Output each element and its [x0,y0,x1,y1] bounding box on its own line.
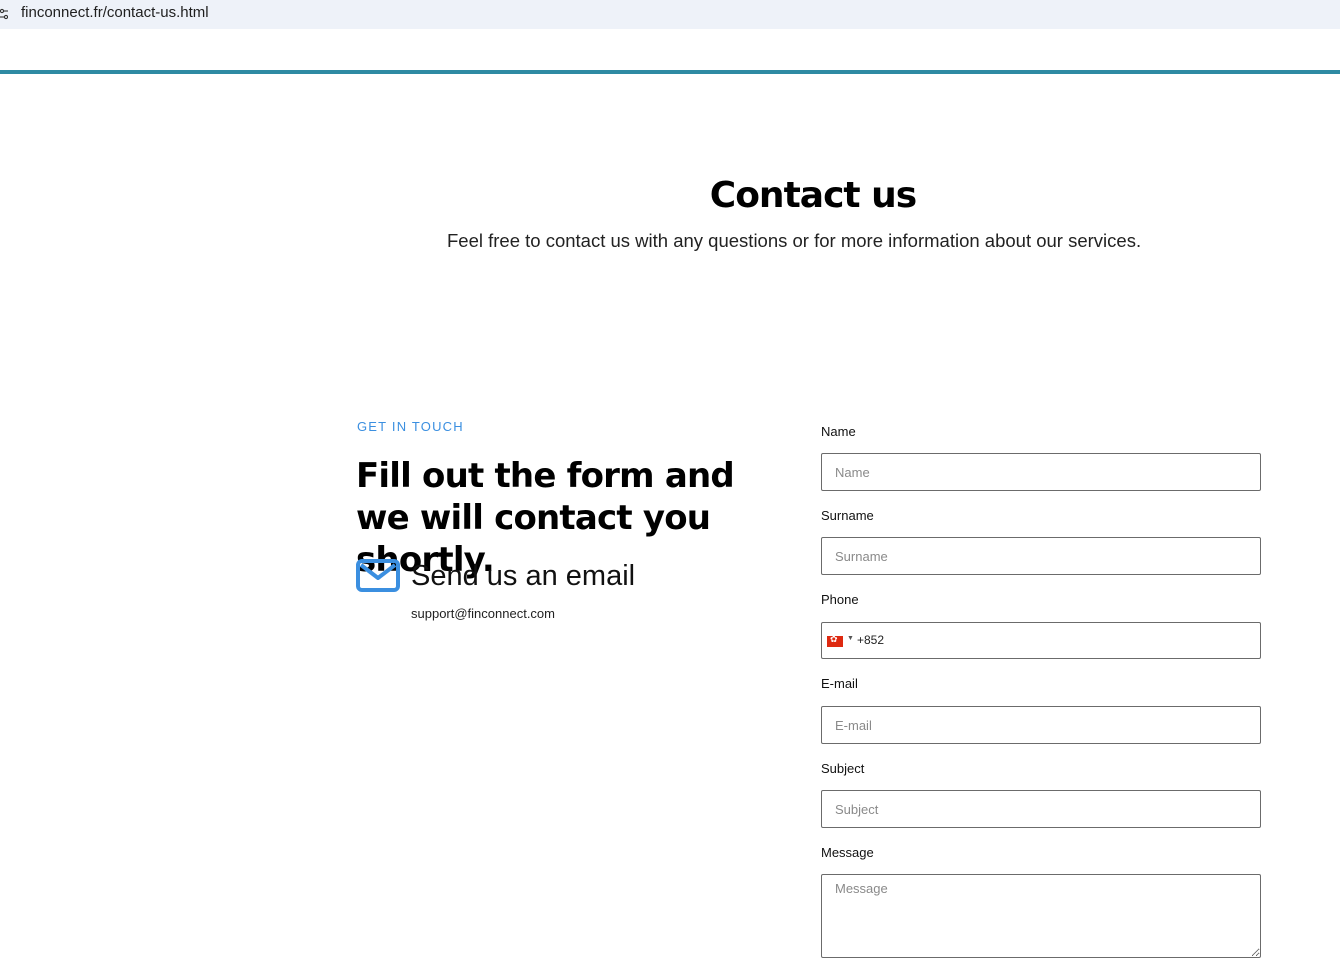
email-label: E-mail [821,676,858,691]
message-label: Message [821,845,874,860]
browser-address-bar[interactable]: finconnect.fr/contact-us.html [0,0,1340,29]
email-input[interactable] [821,706,1261,744]
surname-input[interactable] [821,537,1261,575]
hong-kong-flag-icon[interactable]: ✿ [827,634,843,647]
name-label: Name [821,424,856,439]
send-email-heading: Send us an email [411,560,636,592]
chevron-down-icon[interactable]: ▼ [847,635,854,642]
url-text[interactable]: finconnect.fr/contact-us.html [21,4,209,21]
message-textarea[interactable] [821,874,1261,958]
get-in-touch-label: GET IN TOUCH [357,419,464,434]
page-subtitle: Feel free to contact us with any questio… [447,230,1142,251]
phone-country-code: +852 [857,633,885,647]
phone-input[interactable]: ✿ ▼ +852 [821,622,1261,659]
subject-input[interactable] [821,790,1261,828]
page-title: Contact us [709,175,917,216]
phone-label: Phone [821,592,859,607]
site-header [0,29,1340,70]
flag-star-icon: ✿ [830,634,838,644]
name-input[interactable] [821,453,1261,491]
surname-label: Surname [821,508,874,523]
header-accent-line [0,70,1340,74]
envelope-icon [356,559,400,592]
support-email-link[interactable]: support@finconnect.com [411,606,555,621]
subject-label: Subject [821,761,865,776]
tune-icon[interactable] [0,8,10,20]
